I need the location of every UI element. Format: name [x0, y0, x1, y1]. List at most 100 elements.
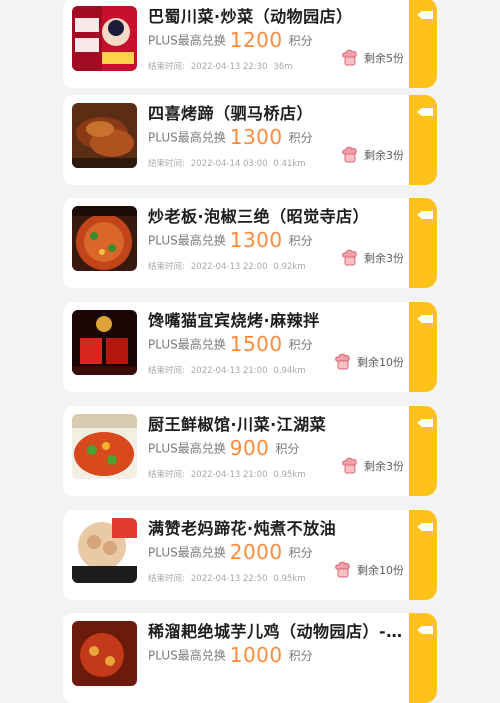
- restaurant-thumbnail[interactable]: [72, 310, 137, 375]
- exchange-tab[interactable]: [403, 613, 437, 703]
- distance: 36m: [273, 62, 293, 72]
- offer-card[interactable]: 馋嘴猫宜宾烧烤·麻辣拌 PLUS最高兑换 1500 积分 结束时间: 2022-04-…: [63, 302, 437, 392]
- plus-label: PLUS最高兑换: [148, 130, 226, 145]
- remaining-stock: 剩余3份: [340, 145, 404, 165]
- offer-card-body[interactable]: 满赞老妈蹄花·炖煮不放油 PLUS最高兑换 2000 积分 结束时间: 2022-04…: [63, 510, 408, 600]
- remaining-text: 剩余10份: [357, 356, 404, 369]
- points-price: 1200: [229, 28, 283, 52]
- exchange-tab[interactable]: [403, 406, 437, 496]
- restaurant-thumbnail[interactable]: [72, 621, 137, 686]
- points-price: 1300: [229, 125, 283, 149]
- restaurant-thumbnail[interactable]: [72, 206, 137, 271]
- chef-icon: [342, 49, 357, 66]
- plus-exchange: PLUS最高兑换 900 积分: [148, 436, 299, 460]
- points-price: 1500: [229, 332, 283, 356]
- restaurant-thumbnail[interactable]: [72, 6, 137, 71]
- chef-icon: [335, 561, 350, 578]
- restaurant-thumbnail[interactable]: [72, 103, 137, 168]
- distance: 0.41km: [273, 159, 306, 169]
- offer-card-body[interactable]: 稀溜耙绝城芋儿鸡（动物园店）-... PLUS最高兑换 1000 积分: [63, 613, 408, 703]
- points-price: 900: [229, 436, 270, 460]
- tag-icon: [417, 211, 433, 219]
- end-info: 结束时间: 2022-04-13 21:00 0.94km: [148, 364, 312, 376]
- plus-exchange: PLUS最高兑换 2000 积分: [148, 540, 313, 564]
- restaurant-name: 馋嘴猫宜宾烧烤·麻辣拌: [148, 311, 320, 330]
- points-unit: 积分: [288, 337, 313, 352]
- remaining-text: 剩余5份: [364, 52, 404, 65]
- offer-card[interactable]: 满赞老妈蹄花·炖煮不放油 PLUS最高兑换 2000 积分 结束时间: 2022-04…: [63, 510, 437, 600]
- remaining-text: 剩余3份: [364, 252, 404, 265]
- end-time: 2022-04-13 22:30: [190, 62, 268, 72]
- plus-exchange: PLUS最高兑换 1200 积分: [148, 28, 313, 52]
- offer-card-body[interactable]: 巴蜀川菜·炒菜（动物园店） PLUS最高兑换 1200 积分 结束时间: 2022-0…: [63, 0, 408, 88]
- offer-card[interactable]: 炒老板·泡椒三绝（昭觉寺店） PLUS最高兑换 1300 积分 结束时间: 2022-…: [63, 198, 437, 288]
- restaurant-thumbnail[interactable]: [72, 414, 137, 479]
- tag-icon: [417, 108, 433, 116]
- remaining-stock: 剩余10份: [333, 560, 404, 580]
- points-price: 2000: [229, 540, 283, 564]
- offer-card-body[interactable]: 炒老板·泡椒三绝（昭觉寺店） PLUS最高兑换 1300 积分 结束时间: 2022-…: [63, 198, 408, 288]
- plus-label: PLUS最高兑换: [148, 648, 226, 663]
- plus-label: PLUS最高兑换: [148, 545, 226, 560]
- remaining-stock: 剩余3份: [340, 248, 404, 268]
- restaurant-name: 炒老板·泡椒三绝（昭觉寺店）: [148, 207, 370, 226]
- end-time: 2022-04-13 21:00: [190, 366, 268, 376]
- tag-icon: [417, 626, 433, 634]
- restaurant-name: 巴蜀川菜·炒菜（动物园店）: [148, 7, 353, 26]
- remaining-stock: 剩余5份: [340, 48, 404, 68]
- end-label: 结束时间:: [148, 470, 185, 480]
- end-time: 2022-04-13 21:00: [190, 470, 268, 480]
- exchange-tab[interactable]: [403, 302, 437, 392]
- restaurant-name: 四喜烤蹄（驷马桥店）: [148, 104, 314, 123]
- remaining-text: 剩余3份: [364, 460, 404, 473]
- offer-card[interactable]: 厨王鲜椒馆·川菜·江湖菜 PLUS最高兑换 900 积分 结束时间: 2022-04-…: [63, 406, 437, 496]
- distance: 0.94km: [273, 366, 306, 376]
- restaurant-name: 满赞老妈蹄花·炖煮不放油: [148, 519, 337, 538]
- chef-icon: [342, 146, 357, 163]
- points-unit: 积分: [275, 441, 300, 456]
- points-unit: 积分: [288, 130, 313, 145]
- tag-icon: [417, 523, 433, 531]
- chef-icon: [342, 249, 357, 266]
- distance: 0.95km: [273, 574, 306, 584]
- remaining-stock: 剩余3份: [340, 456, 404, 476]
- plus-exchange: PLUS最高兑换 1300 积分: [148, 228, 313, 252]
- end-label: 结束时间:: [148, 366, 185, 376]
- restaurant-name: 厨王鲜椒馆·川菜·江湖菜: [148, 415, 327, 434]
- end-info: 结束时间: 2022-04-13 22:00 0.92km: [148, 260, 312, 272]
- offer-card[interactable]: 稀溜耙绝城芋儿鸡（动物园店）-... PLUS最高兑换 1000 积分: [63, 613, 437, 703]
- exchange-tab[interactable]: [403, 95, 437, 185]
- tag-icon: [417, 11, 433, 19]
- offer-card[interactable]: 四喜烤蹄（驷马桥店） PLUS最高兑换 1300 积分 结束时间: 2022-04-1…: [63, 95, 437, 185]
- plus-exchange: PLUS最高兑换 1500 积分: [148, 332, 313, 356]
- exchange-tab[interactable]: [403, 198, 437, 288]
- plus-label: PLUS最高兑换: [148, 337, 226, 352]
- remaining-stock: 剩余10份: [333, 352, 404, 372]
- end-info: 结束时间: 2022-04-13 21:00 0.95km: [148, 468, 312, 480]
- restaurant-thumbnail[interactable]: [72, 518, 137, 583]
- remaining-text: 剩余10份: [357, 564, 404, 577]
- plus-exchange: PLUS最高兑换 1000 积分: [148, 643, 313, 667]
- chef-icon: [342, 457, 357, 474]
- end-info: 结束时间: 2022-04-13 22:30 36m: [148, 60, 299, 72]
- remaining-text: 剩余3份: [364, 149, 404, 162]
- exchange-tab[interactable]: [403, 510, 437, 600]
- plus-label: PLUS最高兑换: [148, 233, 226, 248]
- tag-icon: [417, 315, 433, 323]
- exchange-tab[interactable]: [403, 0, 437, 88]
- points-price: 1300: [229, 228, 283, 252]
- end-label: 结束时间:: [148, 574, 185, 584]
- end-time: 2022-04-13 22:50: [190, 574, 268, 584]
- end-label: 结束时间:: [148, 62, 185, 72]
- end-time: 2022-04-13 22:00: [190, 262, 268, 272]
- end-label: 结束时间:: [148, 159, 185, 169]
- tag-icon: [417, 419, 433, 427]
- points-unit: 积分: [288, 233, 313, 248]
- end-info: 结束时间: 2022-04-13 22:50 0.95km: [148, 572, 312, 584]
- offer-card-body[interactable]: 四喜烤蹄（驷马桥店） PLUS最高兑换 1300 积分 结束时间: 2022-04-1…: [63, 95, 408, 185]
- offer-card[interactable]: 巴蜀川菜·炒菜（动物园店） PLUS最高兑换 1200 积分 结束时间: 2022-0…: [63, 0, 437, 88]
- offer-card-body[interactable]: 厨王鲜椒馆·川菜·江湖菜 PLUS最高兑换 900 积分 结束时间: 2022-04-…: [63, 406, 408, 496]
- end-info: 结束时间: 2022-04-14 03:00 0.41km: [148, 157, 312, 169]
- offer-card-body[interactable]: 馋嘴猫宜宾烧烤·麻辣拌 PLUS最高兑换 1500 积分 结束时间: 2022-04-…: [63, 302, 408, 392]
- restaurant-name: 稀溜耙绝城芋儿鸡（动物园店）-...: [148, 622, 403, 641]
